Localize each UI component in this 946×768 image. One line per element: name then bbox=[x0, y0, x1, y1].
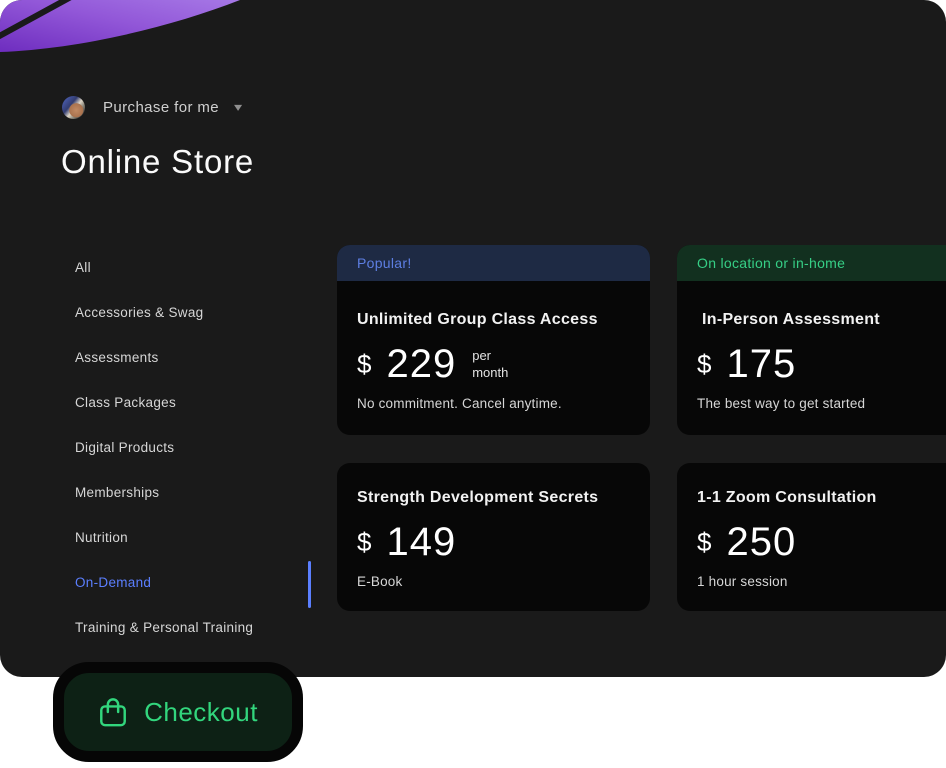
avatar bbox=[62, 95, 85, 119]
category-sidebar: All Accessories & Swag Assessments Class… bbox=[75, 245, 305, 650]
product-subtitle: E-Book bbox=[357, 574, 403, 589]
store-panel: Purchase for me ▾ Online Store All Acces… bbox=[0, 0, 946, 677]
sidebar-item-accessories-swag[interactable]: Accessories & Swag bbox=[75, 290, 305, 335]
product-subtitle: No commitment. Cancel anytime. bbox=[357, 396, 562, 411]
currency-symbol: $ bbox=[357, 349, 372, 379]
sidebar-item-digital-products[interactable]: Digital Products bbox=[75, 425, 305, 470]
product-card-unlimited-group-class-access[interactable]: Popular! Unlimited Group Class Access $ … bbox=[337, 245, 650, 435]
product-subtitle: 1 hour session bbox=[697, 574, 788, 589]
product-title: In-Person Assessment bbox=[702, 311, 880, 328]
product-card-in-person-assessment[interactable]: On location or in-home In-Person Assessm… bbox=[677, 245, 946, 435]
sidebar-item-all[interactable]: All bbox=[75, 245, 305, 290]
product-card-strength-development-secrets[interactable]: Strength Development Secrets $ 149 E-Boo… bbox=[337, 463, 650, 611]
product-price: 229 bbox=[386, 342, 457, 386]
sidebar-item-nutrition[interactable]: Nutrition bbox=[75, 515, 305, 560]
active-category-indicator bbox=[308, 561, 311, 608]
sidebar-item-training-personal-training[interactable]: Training & Personal Training bbox=[75, 605, 305, 650]
product-title: 1-1 Zoom Consultation bbox=[697, 489, 877, 506]
location-badge: On location or in-home bbox=[677, 245, 946, 281]
online-store-screen: Purchase for me ▾ Online Store All Acces… bbox=[0, 0, 946, 768]
shopping-bag-icon bbox=[100, 697, 127, 726]
product-price: 149 bbox=[386, 520, 457, 564]
currency-symbol: $ bbox=[697, 349, 712, 379]
page-title: Online Store bbox=[61, 143, 255, 180]
product-price: 250 bbox=[726, 520, 797, 564]
sidebar-item-class-packages[interactable]: Class Packages bbox=[75, 380, 305, 425]
chevron-down-icon[interactable]: ▾ bbox=[234, 101, 242, 113]
checkout-label: Checkout bbox=[144, 696, 258, 727]
checkout-button[interactable]: Checkout bbox=[53, 662, 303, 762]
sidebar-item-on-demand[interactable]: On-Demand bbox=[75, 560, 305, 605]
popular-badge: Popular! bbox=[337, 245, 650, 281]
product-title: Unlimited Group Class Access bbox=[357, 311, 598, 328]
purchase-for-dropdown[interactable]: Purchase for me ▾ bbox=[62, 94, 242, 120]
product-card-1-1-zoom-consultation[interactable]: 1-1 Zoom Consultation $ 250 1 hour sessi… bbox=[677, 463, 946, 611]
sidebar-item-memberships[interactable]: Memberships bbox=[75, 470, 305, 515]
purchase-for-label: Purchase for me bbox=[103, 98, 220, 116]
purple-swoosh-decoration bbox=[0, 0, 240, 52]
product-price: 175 bbox=[726, 342, 797, 386]
billing-period: per month bbox=[472, 348, 509, 380]
product-title: Strength Development Secrets bbox=[357, 489, 599, 506]
currency-symbol: $ bbox=[357, 527, 372, 557]
product-subtitle: The best way to get started bbox=[697, 396, 866, 411]
sidebar-item-assessments[interactable]: Assessments bbox=[75, 335, 305, 380]
currency-symbol: $ bbox=[697, 527, 712, 557]
